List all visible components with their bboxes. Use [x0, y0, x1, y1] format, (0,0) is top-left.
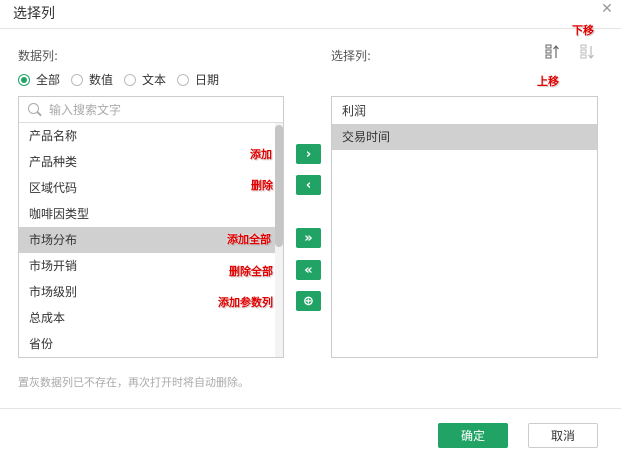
scrollbar-thumb[interactable] — [275, 125, 283, 247]
list-item[interactable]: 交易时间 — [332, 124, 597, 150]
ok-button[interactable]: 确定 — [438, 423, 508, 448]
search-box — [19, 97, 283, 123]
search-input[interactable] — [49, 101, 269, 118]
annotation-add-param-column: 添加参数列 — [218, 296, 273, 309]
radio-circle-icon — [124, 73, 137, 86]
type-filter-radio-group: 全部 数值 文本 日期 — [18, 71, 230, 88]
radio-text-label: 文本 — [142, 73, 167, 87]
list-item[interactable]: 产品种类 — [19, 149, 277, 175]
move-down-icon[interactable] — [580, 44, 596, 60]
radio-date-label: 日期 — [195, 73, 220, 87]
data-columns-label: 数据列: — [18, 49, 59, 63]
radio-numeric-label: 数值 — [89, 73, 114, 87]
footer-divider — [0, 408, 621, 409]
close-icon[interactable]: ✕ — [600, 2, 614, 16]
list-item[interactable]: 利润 — [332, 98, 597, 124]
add-button[interactable]: › — [296, 144, 321, 164]
remove-all-button[interactable]: « — [296, 260, 321, 280]
remove-button[interactable]: ‹ — [296, 175, 321, 195]
radio-all-label: 全部 — [36, 73, 61, 87]
move-up-icon[interactable] — [545, 44, 561, 60]
list-item[interactable]: 产品名称 — [19, 123, 277, 149]
selected-columns-panel: 利润 交易时间 — [331, 96, 598, 358]
add-param-column-button[interactable]: ⊕ — [296, 291, 321, 311]
annotation-remove: 删除 — [251, 179, 273, 192]
annotation-move-down: 下移 — [572, 24, 594, 37]
radio-circle-icon — [18, 73, 30, 86]
radio-all[interactable]: 全部 — [18, 71, 60, 88]
header-divider — [0, 28, 621, 29]
dialog-title: 选择列 — [13, 6, 55, 22]
selected-columns-label: 选择列: — [331, 49, 372, 63]
annotation-move-up: 上移 — [537, 75, 559, 88]
radio-date[interactable]: 日期 — [177, 71, 219, 88]
available-columns-panel: 产品名称 产品种类 区域代码 咖啡因类型 市场分布 市场开销 市场级别 总成本 … — [18, 96, 284, 358]
radio-text[interactable]: 文本 — [124, 71, 166, 88]
annotation-add: 添加 — [250, 148, 272, 161]
radio-numeric[interactable]: 数值 — [71, 71, 113, 88]
list-item[interactable]: 省份 — [19, 331, 277, 357]
radio-circle-icon — [71, 73, 84, 86]
search-icon — [28, 103, 39, 114]
hint-text: 置灰数据列已不存在，再次打开时将自动删除。 — [18, 376, 249, 389]
list-item[interactable]: 区域代码 — [19, 175, 277, 201]
list-item[interactable]: 咖啡因类型 — [19, 201, 277, 227]
annotation-remove-all: 删除全部 — [229, 265, 273, 278]
radio-circle-icon — [177, 73, 190, 86]
annotation-add-all: 添加全部 — [227, 233, 271, 246]
add-all-button[interactable]: » — [296, 228, 321, 248]
cancel-button[interactable]: 取消 — [528, 423, 598, 448]
